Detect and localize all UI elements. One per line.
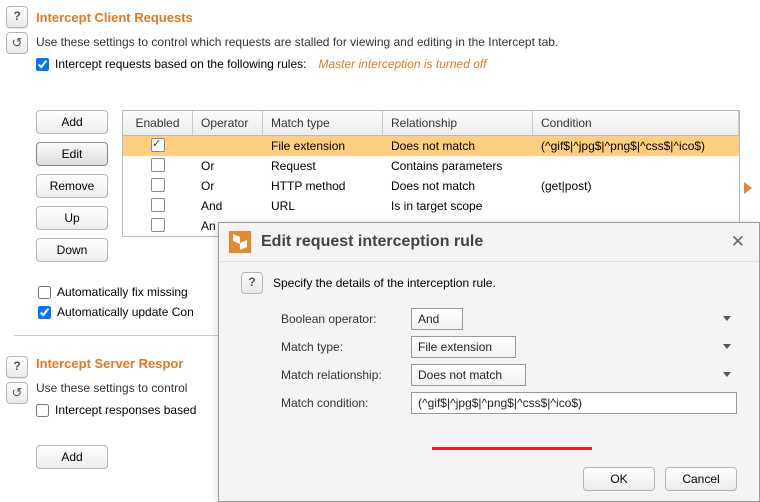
table-row[interactable]: File extension Does not match (^gif$|^jp…: [123, 136, 739, 156]
match-condition-input[interactable]: [411, 392, 737, 414]
boolean-operator-select[interactable]: And: [411, 308, 463, 330]
up-button[interactable]: Up: [36, 206, 108, 230]
match-condition-label: Match condition:: [281, 396, 411, 410]
row-enabled-checkbox[interactable]: [151, 158, 165, 172]
auto-update-label: Automatically update Con: [57, 305, 194, 319]
row-enabled-checkbox[interactable]: [151, 138, 165, 152]
match-type-label: Match type:: [281, 340, 411, 354]
expand-arrow-icon[interactable]: [744, 182, 752, 194]
match-relationship-select[interactable]: Does not match: [411, 364, 526, 386]
ok-button[interactable]: OK: [583, 467, 655, 491]
table-row[interactable]: Or HTTP method Does not match (get|post): [123, 176, 739, 196]
table-header: Enabled Operator Match type Relationship…: [123, 111, 739, 136]
intercept-rules-toggle-row: Intercept requests based on the followin…: [36, 57, 760, 71]
match-relationship-label: Match relationship:: [281, 368, 411, 382]
intercept-responses-label: Intercept responses based: [55, 403, 196, 417]
refresh-button[interactable]: ↺: [6, 382, 28, 404]
rule-buttons-column: Add Edit Remove Up Down: [36, 110, 108, 262]
dialog-desc: Specify the details of the interception …: [273, 276, 496, 290]
help-button[interactable]: ?: [6, 6, 28, 28]
match-type-select[interactable]: File extension: [411, 336, 516, 358]
edit-button[interactable]: Edit: [36, 142, 108, 166]
auto-fix-checkbox[interactable]: [38, 286, 51, 299]
down-button[interactable]: Down: [36, 238, 108, 262]
row-enabled-checkbox[interactable]: [151, 218, 165, 232]
col-operator[interactable]: Operator: [193, 111, 263, 135]
col-match-type[interactable]: Match type: [263, 111, 383, 135]
rules-table: Enabled Operator Match type Relationship…: [122, 110, 740, 237]
highlight-underline: [432, 447, 592, 450]
table-row[interactable]: Or Request Contains parameters: [123, 156, 739, 176]
table-row[interactable]: And URL Is in target scope: [123, 196, 739, 216]
help-button[interactable]: ?: [241, 272, 263, 294]
col-relationship[interactable]: Relationship: [383, 111, 533, 135]
row-enabled-checkbox[interactable]: [151, 198, 165, 212]
burp-logo-icon: [229, 231, 251, 253]
cancel-button[interactable]: Cancel: [665, 467, 737, 491]
auto-fix-label: Automatically fix missing: [57, 285, 188, 299]
section-desc: Use these settings to control which requ…: [36, 35, 760, 49]
intercept-rules-label: Intercept requests based on the followin…: [55, 57, 306, 71]
edit-rule-dialog: Edit request interception rule ✕ ? Speci…: [218, 222, 760, 502]
help-button[interactable]: ?: [6, 356, 28, 378]
add-button[interactable]: Add: [36, 110, 108, 134]
close-icon[interactable]: ✕: [727, 230, 749, 254]
boolean-operator-label: Boolean operator:: [281, 312, 411, 326]
dialog-title: Edit request interception rule: [261, 233, 483, 251]
section-title: Intercept Client Requests: [36, 10, 760, 25]
row-enabled-checkbox[interactable]: [151, 178, 165, 192]
intercept-rules-checkbox[interactable]: [36, 58, 49, 71]
intercept-responses-checkbox[interactable]: [36, 404, 49, 417]
col-condition[interactable]: Condition: [533, 111, 739, 135]
col-enabled[interactable]: Enabled: [123, 111, 193, 135]
master-off-warning: Master interception is turned off: [318, 57, 486, 71]
remove-button[interactable]: Remove: [36, 174, 108, 198]
auto-update-checkbox[interactable]: [38, 306, 51, 319]
add-button[interactable]: Add: [36, 445, 108, 469]
refresh-button[interactable]: ↺: [6, 32, 28, 54]
